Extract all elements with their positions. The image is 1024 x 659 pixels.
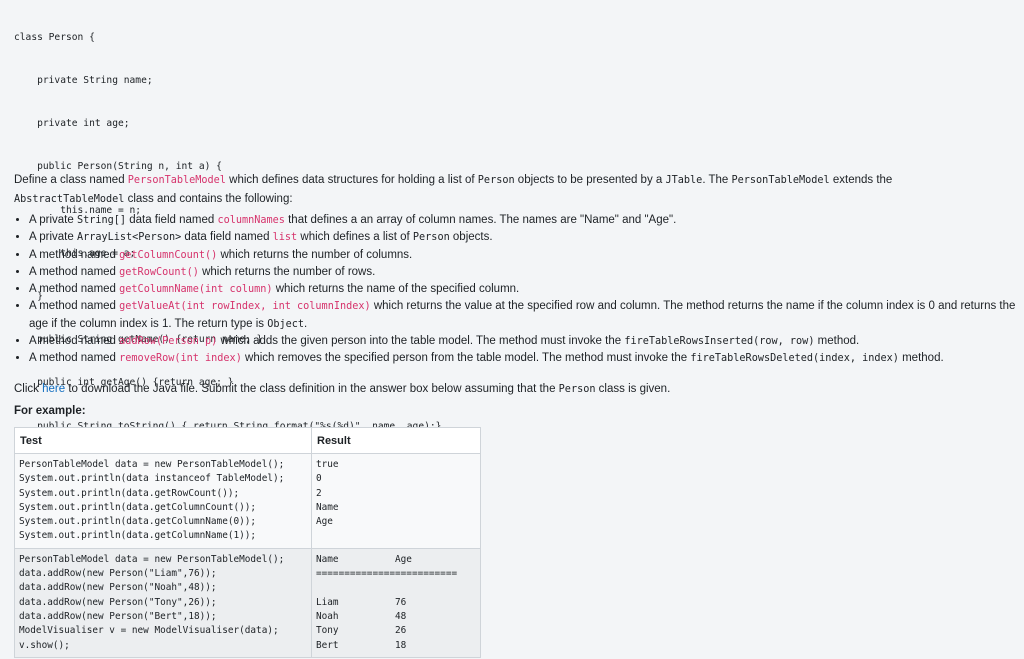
list-item: A private ArrayList<Person> data field n… <box>29 229 1019 246</box>
table-row: PersonTableModel data = new PersonTableM… <box>14 453 481 549</box>
requirements-list: A private String[] data field named colu… <box>14 212 1019 368</box>
class-name-highlight: PersonTableModel <box>127 175 226 186</box>
result-cell: true 0 2 Name Age <box>311 453 481 549</box>
download-link[interactable]: here <box>42 383 65 395</box>
result-column-header: Result <box>311 427 481 454</box>
list-item: A method named getColumnCount() which re… <box>29 247 1019 264</box>
intro-paragraph: Define a class named PersonTableModel wh… <box>14 174 893 205</box>
list-item: A method named addRow(Person p) which ad… <box>29 333 1019 350</box>
code-line: private String name; <box>14 75 153 87</box>
list-item: A method named getColumnName(int column)… <box>29 281 1019 298</box>
test-cell: PersonTableModel data = new PersonTableM… <box>14 547 312 658</box>
list-item: A method named removeRow(int index) whic… <box>29 350 1019 367</box>
list-item: A method named getValueAt(int rowIndex, … <box>29 298 1019 333</box>
for-example-heading: For example: <box>14 405 86 417</box>
download-paragraph: Click here to download the Java file. Su… <box>14 383 671 395</box>
list-item: A method named getRowCount() which retur… <box>29 264 1019 281</box>
test-column-header: Test <box>14 427 312 454</box>
table-row: PersonTableModel data = new PersonTableM… <box>14 547 481 658</box>
code-line: private int age; <box>14 118 130 130</box>
example-table: Test Result PersonTableModel data = new … <box>14 427 481 658</box>
list-item: A private String[] data field named colu… <box>29 212 1019 229</box>
code-line: class Person { <box>14 31 95 43</box>
result-cell: Name Age ========================= Liam 76… <box>311 547 481 658</box>
test-cell: PersonTableModel data = new PersonTableM… <box>14 453 312 549</box>
